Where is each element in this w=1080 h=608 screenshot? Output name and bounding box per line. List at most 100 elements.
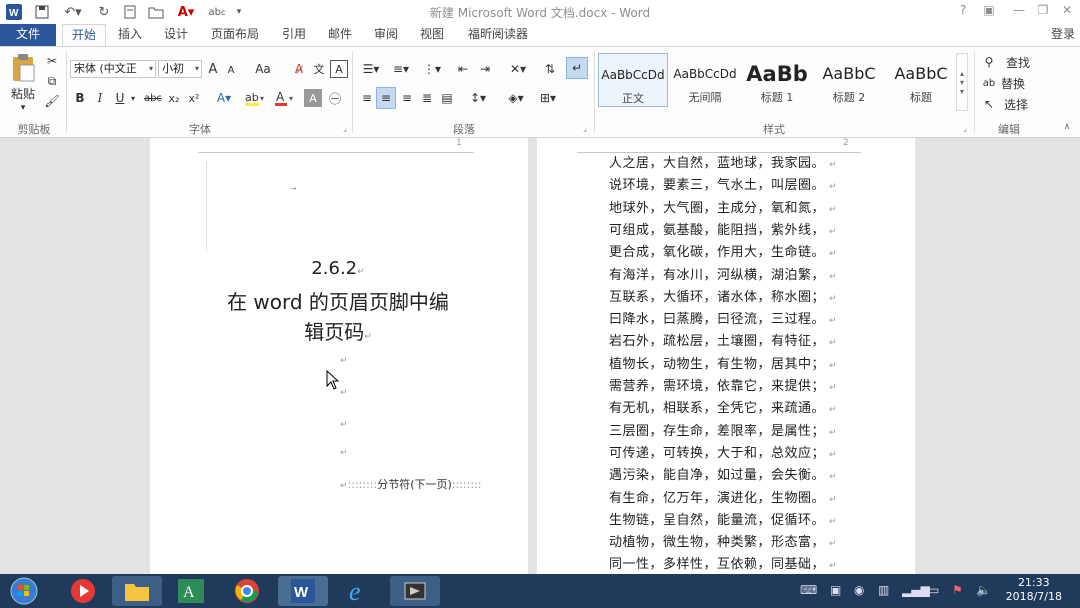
select-button[interactable]: 选择 bbox=[998, 95, 1034, 113]
sort-icon[interactable]: ⇅ bbox=[540, 60, 560, 78]
replace-icon[interactable]: ab bbox=[980, 74, 998, 92]
clear-formatting-icon[interactable]: A̷ bbox=[290, 60, 308, 78]
style-title[interactable]: AaBbC 标题 bbox=[886, 53, 956, 107]
binoculars-icon[interactable]: ⚲ bbox=[980, 53, 998, 71]
tab-foxit-reader[interactable]: 福昕阅读器 bbox=[460, 24, 536, 46]
poem-line-text: 有海洋，有冰川，河纵横，湖泊繁， bbox=[609, 267, 826, 283]
network-icon[interactable]: ▂▄▆ bbox=[902, 583, 930, 597]
character-border-icon[interactable]: A bbox=[330, 60, 348, 78]
tab-references[interactable]: 引用 bbox=[276, 24, 312, 46]
align-right-icon[interactable]: ≡ bbox=[398, 89, 416, 107]
file-explorer-icon[interactable] bbox=[112, 576, 162, 606]
copy-icon[interactable]: ⧉ bbox=[44, 73, 60, 89]
help-button[interactable]: ? bbox=[952, 3, 974, 17]
format-painter-icon[interactable]: 🖌 bbox=[44, 93, 60, 109]
internet-explorer-icon[interactable]: e bbox=[334, 576, 384, 606]
font-color-icon[interactable]: A▾ bbox=[272, 89, 298, 107]
enclose-characters-icon[interactable]: ㊀ bbox=[326, 89, 344, 107]
cut-icon[interactable]: ✂ bbox=[44, 53, 60, 69]
app-icon[interactable]: A bbox=[166, 576, 216, 606]
tab-view[interactable]: 视图 bbox=[414, 24, 450, 46]
paste-button[interactable]: 粘贴 bbox=[4, 85, 42, 101]
shrink-font-button[interactable]: A bbox=[224, 62, 238, 78]
font-dialog-launcher-icon[interactable]: ⌟ bbox=[340, 123, 350, 133]
font-size-combo[interactable]: 小初 ▾ bbox=[158, 60, 202, 78]
styles-scroll[interactable]: ▴ ▾ ▾ bbox=[956, 53, 968, 111]
superscript-button[interactable]: x² bbox=[186, 89, 202, 107]
app-tray-icon[interactable]: ▣ bbox=[830, 583, 841, 597]
tab-page-layout[interactable]: 页面布局 bbox=[204, 24, 266, 46]
increase-indent-icon[interactable]: ⇥ bbox=[476, 60, 494, 78]
distributed-icon[interactable]: ▤ bbox=[438, 89, 456, 107]
tab-file[interactable]: 文件 bbox=[0, 24, 56, 46]
volume-icon[interactable]: 🔈 bbox=[976, 583, 991, 597]
show-marks-icon[interactable]: ↵ bbox=[566, 57, 588, 79]
numbering-icon[interactable]: ≡▾ bbox=[388, 60, 414, 78]
borders-icon[interactable]: ⊞▾ bbox=[534, 89, 562, 107]
tab-design[interactable]: 设计 bbox=[158, 24, 194, 46]
start-button[interactable] bbox=[2, 576, 46, 606]
chrome-icon[interactable] bbox=[222, 576, 272, 606]
poem-line: 需营养，需环境，依靠它，来提供； ↵ bbox=[609, 375, 837, 394]
recording-app-icon[interactable] bbox=[390, 576, 440, 606]
shading-icon[interactable]: ◈▾ bbox=[502, 89, 530, 107]
restore-button[interactable]: ❐ bbox=[1032, 3, 1054, 17]
highlight-color-icon[interactable]: ab ▾ bbox=[242, 89, 268, 107]
login-link[interactable]: 登录 bbox=[1046, 24, 1080, 46]
character-shading-icon[interactable]: A bbox=[304, 89, 322, 107]
phonetic-guide-icon[interactable]: 文 bbox=[310, 60, 328, 78]
paragraph-mark-icon: ↵ bbox=[829, 160, 838, 170]
device-icon[interactable]: ▥ bbox=[878, 583, 889, 597]
align-center-icon[interactable]: ≡ bbox=[376, 87, 396, 109]
flag-alert-icon[interactable]: ⚑ bbox=[952, 583, 963, 597]
poem-line: 地球外，大气圈，主成分，氧和氮， ↵ bbox=[609, 197, 837, 216]
media-player-icon[interactable] bbox=[58, 576, 108, 606]
style-no-spacing[interactable]: AaBbCcDd 无间隔 bbox=[670, 53, 740, 107]
font-name-combo[interactable]: 宋体 (中文正 ▾ bbox=[70, 60, 156, 78]
text-effects-icon[interactable]: A▾ bbox=[212, 89, 236, 107]
clock[interactable]: 21:33 2018/7/18 bbox=[1006, 576, 1062, 604]
paragraph-mark-icon: ↵ bbox=[829, 516, 838, 527]
paste-icon[interactable] bbox=[6, 53, 40, 83]
keyboard-icon[interactable]: ⌨ bbox=[800, 583, 817, 597]
underline-dropdown-icon[interactable]: ▾ bbox=[128, 89, 138, 107]
bold-button[interactable]: B bbox=[72, 89, 88, 107]
underline-button[interactable]: U bbox=[112, 89, 128, 107]
replace-button[interactable]: 替换 bbox=[998, 74, 1028, 92]
subscript-button[interactable]: x₂ bbox=[166, 89, 182, 107]
minimize-button[interactable]: — bbox=[1008, 3, 1030, 17]
tab-home[interactable]: 开始 bbox=[62, 24, 106, 47]
find-button[interactable]: 查找 bbox=[998, 53, 1038, 71]
justify-icon[interactable]: ≣ bbox=[418, 89, 436, 107]
paragraph-dialog-launcher-icon[interactable]: ⌟ bbox=[580, 123, 590, 133]
line-spacing-icon[interactable]: ↕▾ bbox=[464, 89, 492, 107]
paste-dropdown-icon[interactable]: ▾ bbox=[16, 102, 30, 114]
decrease-indent-icon[interactable]: ⇤ bbox=[454, 60, 472, 78]
bullets-icon[interactable]: ☰▾ bbox=[358, 60, 384, 78]
tab-review[interactable]: 审阅 bbox=[368, 24, 404, 46]
multilevel-list-icon[interactable]: ⋮▾ bbox=[418, 60, 446, 78]
paragraph-mark-icon: ↵ bbox=[829, 249, 838, 260]
strikethrough-button[interactable]: abc bbox=[142, 89, 164, 107]
change-case-button[interactable]: Aa bbox=[250, 60, 276, 78]
select-arrow-icon[interactable]: ↖ bbox=[980, 95, 998, 113]
align-left-icon[interactable]: ≡ bbox=[358, 89, 376, 107]
collapse-ribbon-icon[interactable]: ∧ bbox=[1060, 121, 1074, 133]
chinese-layout-icon[interactable]: ✕▾ bbox=[504, 60, 532, 78]
word-taskbar-icon[interactable]: W bbox=[278, 576, 328, 606]
close-button[interactable]: ✕ bbox=[1056, 3, 1078, 17]
style-heading-2[interactable]: AaBbC 标题 2 bbox=[814, 53, 884, 107]
shield-icon[interactable]: ◉ bbox=[854, 583, 864, 597]
poem-line: 有无机，相联系，全凭它，来疏通。 ↵ bbox=[609, 397, 837, 416]
page-right[interactable]: 2 人之居，大自然，蓝地球，我家园。 ↵ 说环境，要素三，气水土，叫层圈。 ↵ 地球外，… bbox=[537, 138, 915, 574]
style-heading-1[interactable]: AaBb 标题 1 bbox=[742, 53, 812, 107]
tab-mailings[interactable]: 邮件 bbox=[322, 24, 358, 46]
styles-dialog-launcher-icon[interactable]: ⌟ bbox=[960, 123, 970, 133]
italic-button[interactable]: I bbox=[92, 89, 108, 107]
grow-font-button[interactable]: A bbox=[206, 60, 220, 78]
style-normal[interactable]: AaBbCcDd 正文 bbox=[598, 53, 668, 107]
page-left[interactable]: 1 → 2.6.2↵ 在 word 的页眉页脚中编 辑页码↵ ↵ ↵ ↵ ↵ ↵… bbox=[150, 138, 528, 574]
ribbon-display-icon[interactable]: ▣ bbox=[978, 3, 1000, 17]
battery-icon[interactable]: ▭ bbox=[928, 583, 939, 597]
tab-insert[interactable]: 插入 bbox=[112, 24, 148, 46]
